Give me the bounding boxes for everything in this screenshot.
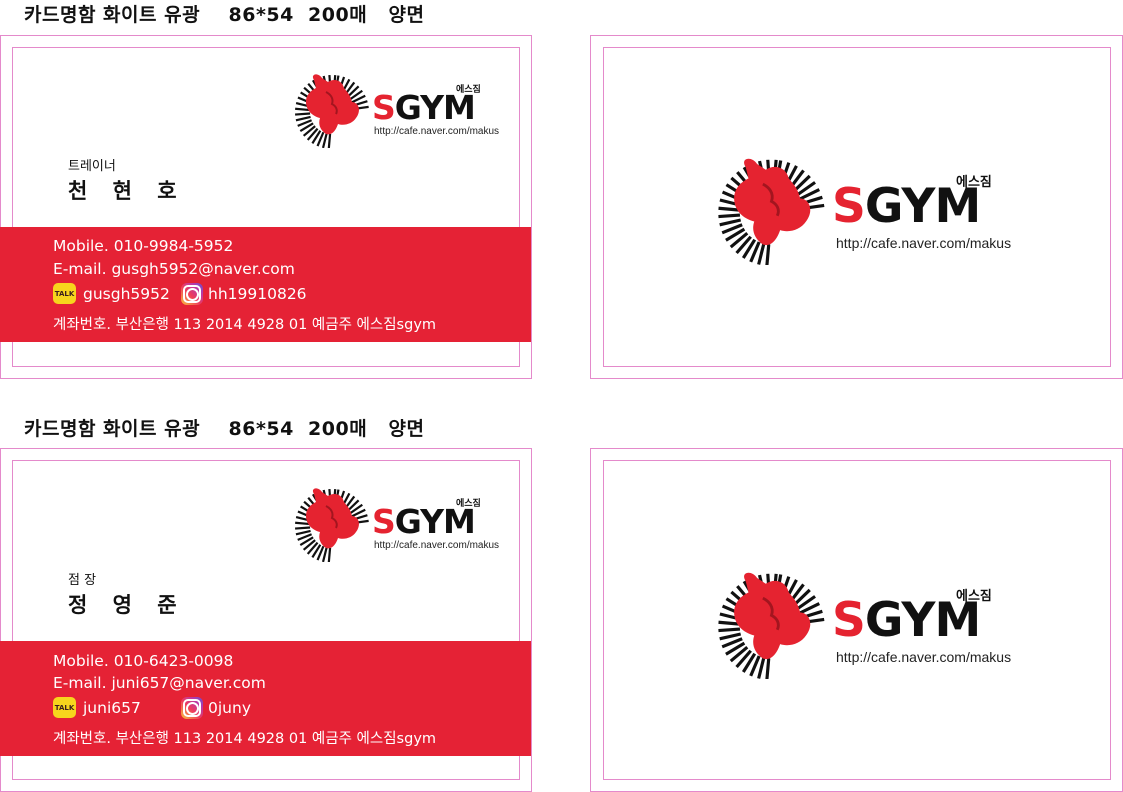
sheet-title: 카드명함 화이트 유광 86*54 200매 양면 (24, 418, 425, 440)
job-title: 트레이너 (68, 159, 116, 174)
bodybuilder-emblem-icon (718, 158, 825, 265)
logo-s-letter: S (832, 179, 866, 234)
logo-brand-text: SGYM (372, 88, 476, 127)
bank-account: 계좌번호. 부산은행 113 2014 4928 01 예금주 에스짐sgym (53, 317, 437, 333)
instagram-id: hh19910826 (208, 285, 307, 303)
logo-gym-letters: GYM (394, 88, 476, 127)
logo-brand-text: SGYM (832, 593, 981, 648)
mobile-number: Mobile. 010-9984-5952 (53, 237, 234, 255)
sgym-logo-large: 에스짐 SGYM http://cafe.naver.com/makus (714, 569, 1011, 679)
bodybuilder-emblem-icon (295, 488, 369, 562)
kakao-talk-icon: TALK (53, 283, 76, 304)
logo-brand-text: SGYM (372, 502, 476, 541)
logo-url: http://cafe.naver.com/makus (374, 126, 500, 137)
sgym-logo: 에스짐 SGYM http://cafe.naver.com/makus (292, 72, 499, 148)
kakao-id: gusgh5952 (83, 285, 170, 303)
logo-s-letter: S (372, 502, 396, 541)
sns-row: TALK juni657 0juny (53, 697, 473, 719)
instagram-icon (181, 283, 203, 305)
kakao-talk-icon-label: TALK (54, 289, 75, 298)
email-address: E-mail. juni657@naver.com (53, 674, 266, 692)
person-name: 정 영 준 (68, 593, 186, 617)
logo-gym-letters: GYM (864, 593, 981, 648)
bodybuilder-emblem-icon (718, 572, 825, 679)
logo-gym-letters: GYM (864, 179, 981, 234)
logo-url: http://cafe.naver.com/makus (836, 649, 1012, 665)
email-address: E-mail. gusgh5952@naver.com (53, 260, 295, 278)
instagram-id: 0juny (208, 699, 251, 717)
logo-gym-letters: GYM (394, 502, 476, 541)
job-title: 점 장 (68, 573, 97, 588)
instagram-icon (181, 697, 203, 719)
mobile-number: Mobile. 010-6423-0098 (53, 652, 234, 670)
sns-row: TALK gusgh5952 hh19910826 (53, 283, 473, 305)
sheet-title: 카드명함 화이트 유광 86*54 200매 양면 (24, 4, 425, 26)
logo-s-letter: S (372, 88, 396, 127)
sgym-logo-large: 에스짐 SGYM http://cafe.naver.com/makus (714, 155, 1011, 265)
logo-url: http://cafe.naver.com/makus (374, 540, 500, 551)
kakao-talk-icon: TALK (53, 697, 76, 718)
bank-account: 계좌번호. 부산은행 113 2014 4928 01 예금주 에스짐sgym (53, 731, 437, 747)
kakao-id: juni657 (83, 699, 141, 717)
logo-s-letter: S (832, 593, 866, 648)
bodybuilder-emblem-icon (295, 74, 369, 148)
sgym-logo: 에스짐 SGYM http://cafe.naver.com/makus (292, 486, 499, 562)
kakao-talk-icon-label: TALK (54, 703, 75, 712)
logo-brand-text: SGYM (832, 179, 981, 234)
logo-url: http://cafe.naver.com/makus (836, 235, 1012, 251)
person-name: 천 현 호 (68, 179, 186, 203)
